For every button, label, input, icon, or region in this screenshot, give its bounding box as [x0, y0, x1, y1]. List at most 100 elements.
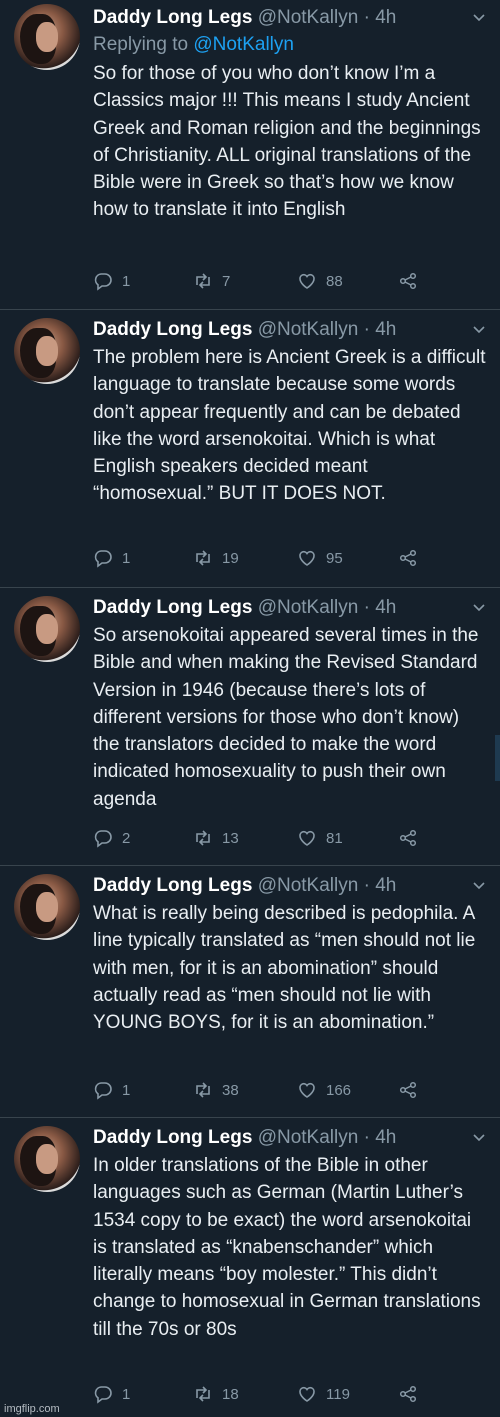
replying-to-link[interactable]: @NotKallyn — [193, 34, 294, 55]
user-handle[interactable]: @NotKallyn — [258, 1127, 359, 1148]
tweet-actions: 1 38 166 — [93, 1078, 433, 1102]
reply-button[interactable]: 1 — [93, 1078, 130, 1102]
tweet-actions: 1 7 88 — [93, 269, 433, 293]
display-name[interactable]: Daddy Long Legs — [93, 7, 252, 28]
avatar[interactable] — [14, 596, 80, 662]
user-handle[interactable]: @NotKallyn — [258, 597, 359, 618]
tweet[interactable]: Daddy Long Legs @NotKallyn · 4h Replying… — [0, 0, 500, 310]
avatar[interactable] — [14, 874, 80, 940]
timestamp[interactable]: 4h — [375, 597, 396, 618]
reply-icon — [94, 550, 112, 568]
share-button[interactable] — [398, 826, 418, 850]
like-icon — [299, 550, 315, 566]
like-icon — [299, 830, 315, 846]
chevron-down-icon[interactable] — [472, 10, 486, 24]
watermark: imgflip.com — [4, 1403, 60, 1415]
reply-count: 1 — [122, 1081, 131, 1099]
avatar[interactable] — [14, 4, 80, 70]
chevron-down-icon[interactable] — [472, 878, 486, 892]
tweet-actions: 2 13 81 — [93, 826, 433, 850]
share-icon — [399, 1081, 417, 1099]
display-name[interactable]: Daddy Long Legs — [93, 597, 252, 618]
share-icon — [399, 829, 417, 847]
like-count: 81 — [326, 829, 343, 847]
tweet[interactable]: Daddy Long Legs @NotKallyn · 4h In older… — [0, 1118, 500, 1417]
like-button[interactable]: 95 — [297, 546, 343, 570]
reply-icon — [94, 1082, 112, 1100]
retweet-icon — [196, 1386, 210, 1402]
reply-button[interactable]: 2 — [93, 826, 130, 850]
retweet-icon — [196, 273, 210, 289]
retweet-icon — [196, 550, 210, 566]
share-button[interactable] — [398, 1382, 418, 1406]
retweet-count: 19 — [222, 549, 239, 567]
tweet-actions: 1 18 119 — [93, 1382, 433, 1406]
avatar[interactable] — [14, 318, 80, 384]
retweet-icon — [196, 1082, 210, 1098]
reply-icon — [94, 273, 112, 291]
display-name[interactable]: Daddy Long Legs — [93, 319, 252, 340]
retweet-button[interactable]: 13 — [193, 826, 239, 850]
separator: · — [363, 1127, 370, 1148]
retweet-count: 7 — [222, 272, 231, 290]
timestamp[interactable]: 4h — [375, 875, 396, 896]
tweet-header: Daddy Long Legs @NotKallyn · 4h — [93, 874, 486, 898]
user-handle[interactable]: @NotKallyn — [258, 7, 359, 28]
share-button[interactable] — [398, 269, 418, 293]
reply-count: 2 — [122, 829, 131, 847]
reply-count: 1 — [122, 549, 131, 567]
like-count: 166 — [326, 1081, 352, 1099]
reply-icon — [94, 1386, 112, 1404]
retweet-count: 18 — [222, 1385, 239, 1403]
timestamp[interactable]: 4h — [375, 1127, 396, 1148]
like-icon — [299, 1386, 315, 1402]
chevron-down-icon[interactable] — [472, 322, 486, 336]
share-icon — [399, 549, 417, 567]
user-handle[interactable]: @NotKallyn — [258, 875, 359, 896]
like-icon — [299, 273, 315, 289]
like-button[interactable]: 88 — [297, 269, 343, 293]
like-icon — [299, 1082, 315, 1098]
share-button[interactable] — [398, 546, 418, 570]
tweet-header: Daddy Long Legs @NotKallyn · 4h — [93, 6, 486, 30]
tweet[interactable]: Daddy Long Legs @NotKallyn · 4h What is … — [0, 866, 500, 1118]
retweet-button[interactable]: 18 — [193, 1382, 239, 1406]
separator: · — [363, 319, 370, 340]
tweet-header: Daddy Long Legs @NotKallyn · 4h — [93, 1126, 486, 1150]
user-handle[interactable]: @NotKallyn — [258, 319, 359, 340]
tweet-text: In older translations of the Bible in ot… — [93, 1155, 481, 1340]
tweet[interactable]: Daddy Long Legs @NotKallyn · 4h The prob… — [0, 310, 500, 588]
reply-button[interactable]: 1 — [93, 546, 130, 570]
tweet-text: The problem here is Ancient Greek is a d… — [93, 347, 486, 505]
tweet-text: What is really being described is pedoph… — [93, 903, 476, 1034]
tweet-actions: 1 19 95 — [93, 546, 433, 570]
like-button[interactable]: 166 — [297, 1078, 351, 1102]
scrollbar[interactable] — [495, 735, 500, 781]
share-icon — [399, 272, 417, 290]
like-button[interactable]: 119 — [297, 1382, 350, 1406]
timestamp[interactable]: 4h — [375, 319, 396, 340]
tweet-text: So arsenokoitai appeared several times i… — [93, 625, 479, 810]
reply-count: 1 — [122, 1385, 131, 1403]
tweet[interactable]: Daddy Long Legs @NotKallyn · 4h So arsen… — [0, 588, 500, 866]
chevron-down-icon[interactable] — [472, 600, 486, 614]
display-name[interactable]: Daddy Long Legs — [93, 1127, 252, 1148]
timestamp[interactable]: 4h — [375, 7, 396, 28]
like-count: 95 — [326, 549, 343, 567]
retweet-button[interactable]: 7 — [193, 269, 230, 293]
reply-button[interactable]: 1 — [93, 269, 130, 293]
share-icon — [399, 1385, 417, 1403]
replying-to: Replying to @NotKallyn — [93, 32, 486, 58]
display-name[interactable]: Daddy Long Legs — [93, 875, 252, 896]
share-button[interactable] — [398, 1078, 418, 1102]
retweet-button[interactable]: 38 — [193, 1078, 239, 1102]
replying-to-label: Replying to — [93, 34, 189, 55]
avatar[interactable] — [14, 1126, 80, 1192]
chevron-down-icon[interactable] — [472, 1130, 486, 1144]
retweet-button[interactable]: 19 — [193, 546, 239, 570]
separator: · — [363, 597, 370, 618]
retweet-icon — [196, 830, 210, 846]
reply-button[interactable]: 1 — [93, 1382, 130, 1406]
tweet-text: So for those of you who don’t know I’m a… — [93, 63, 481, 221]
like-button[interactable]: 81 — [297, 826, 343, 850]
